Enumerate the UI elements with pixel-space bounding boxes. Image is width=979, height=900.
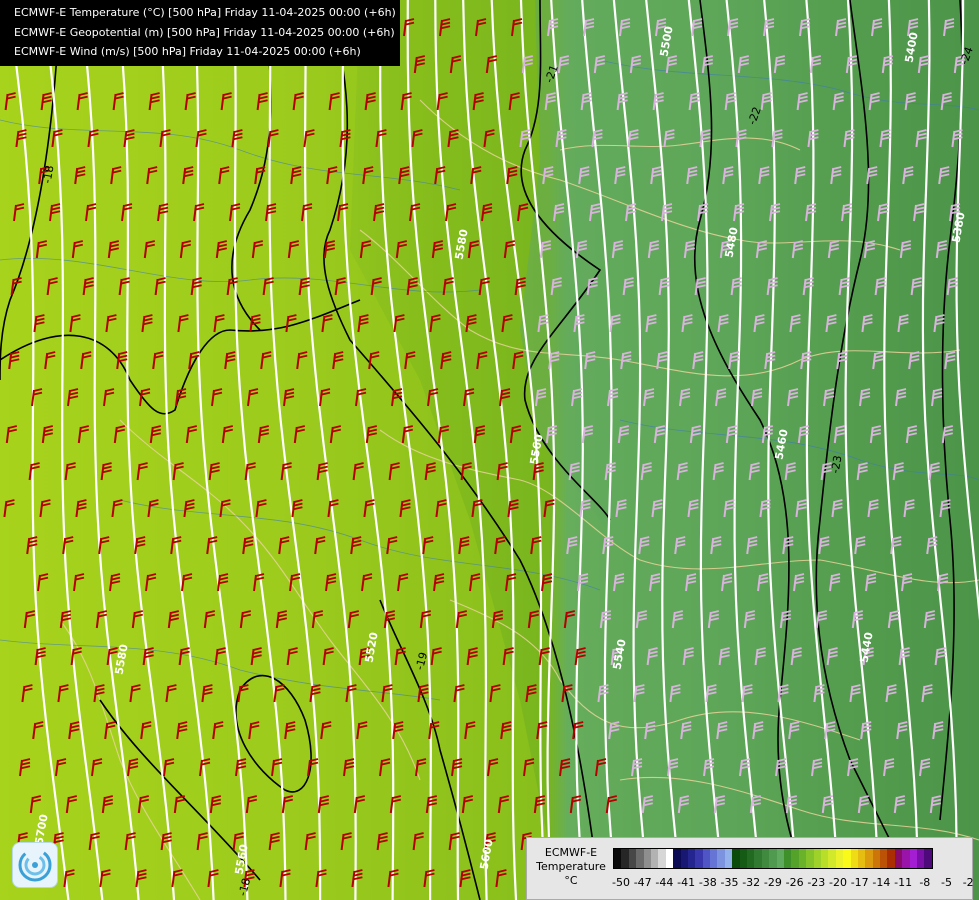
legend-swatch <box>902 849 910 868</box>
legend-swatch <box>665 849 674 868</box>
legend-swatch <box>843 849 851 868</box>
legend-tick: -32 <box>742 876 761 889</box>
legend-tick: -26 <box>785 876 804 889</box>
legend-tick: -20 <box>829 876 847 889</box>
legend-model: ECMWF-E <box>544 846 598 859</box>
legend-swatch <box>614 849 622 868</box>
legend-swatch <box>924 849 932 868</box>
legend-swatch <box>658 849 666 868</box>
legend-swatch <box>783 849 792 868</box>
legend-swatch <box>702 849 711 868</box>
legend-swatch <box>791 849 799 868</box>
legend-variable: Temperature <box>536 860 606 873</box>
legend-swatch <box>643 849 651 868</box>
legend-swatch <box>724 849 733 868</box>
legend-swatch <box>747 849 755 868</box>
logo-icon <box>12 842 58 888</box>
legend-swatch <box>761 849 770 868</box>
legend-swatch <box>813 849 821 868</box>
legend-tick: -50 <box>612 876 630 889</box>
legend-tick: -41 <box>677 876 696 889</box>
legend-swatch <box>850 849 858 868</box>
legend-tick: -17 <box>850 876 869 889</box>
legend-swatch <box>628 849 637 868</box>
legend-swatch <box>710 849 718 868</box>
temperature-caption: ECMWF-E Temperature (°C) [500 hPa] Frida… <box>14 6 396 19</box>
legend-swatch <box>680 849 688 868</box>
legend-swatch <box>636 849 644 868</box>
legend-swatch <box>739 849 748 868</box>
legend-swatch <box>695 849 703 868</box>
legend-tick: -11 <box>894 876 913 889</box>
legend-tick: -44 <box>655 876 674 889</box>
legend-swatch <box>717 849 725 868</box>
legend-tick: -2 <box>962 876 974 889</box>
legend-tick: -47 <box>633 876 652 889</box>
legend-swatch <box>621 849 629 868</box>
legend-swatch <box>820 849 829 868</box>
legend-swatch <box>828 849 836 868</box>
legend-swatch <box>754 849 762 868</box>
legend-swatch <box>769 849 777 868</box>
legend-tick: -8 <box>919 876 931 889</box>
legend-swatch <box>798 849 807 868</box>
legend-swatch <box>687 849 696 868</box>
legend-swatch <box>887 849 895 868</box>
legend-swatch <box>909 849 918 868</box>
legend-swatch <box>673 849 681 868</box>
legend-color-scale <box>613 848 933 869</box>
legend-swatch <box>872 849 881 868</box>
legend-swatch <box>857 849 866 868</box>
weather-map: 5500 54005580 5480 53805560 54605540 54405520… <box>0 0 979 900</box>
legend-swatch <box>806 849 814 868</box>
legend-tick: -35 <box>720 876 739 889</box>
legend-swatch <box>917 849 925 868</box>
legend-swatch <box>835 849 844 868</box>
temperature-legend: ECMWF-E Temperature °C -50 -47 -44 -41 -38 -3… <box>526 837 974 900</box>
legend-tick: -5 <box>941 876 952 889</box>
legend-swatch <box>865 849 873 868</box>
legend-swatch <box>894 849 903 868</box>
legend-swatch <box>880 849 888 868</box>
wind-caption: ECMWF-E Wind (m/s) [500 hPa] Friday 11-0… <box>14 45 361 58</box>
legend-tick: -29 <box>763 876 782 889</box>
legend-unit: °C <box>564 874 578 887</box>
legend-swatch <box>732 849 740 868</box>
legend-tick: -38 <box>698 876 717 889</box>
legend-tick: -14 <box>872 876 891 889</box>
geopotential-caption: ECMWF-E Geopotential (m) [500 hPa] Frida… <box>14 25 395 39</box>
legend-tick: -23 <box>807 876 826 889</box>
legend-title: ECMWF-E Temperature °C <box>531 846 611 888</box>
legend-swatch <box>776 849 784 868</box>
map-header: ECMWF-E Temperature (°C) [500 hPa] Frida… <box>0 0 400 66</box>
legend-swatch <box>650 849 659 868</box>
legend-tick-labels: -50 -47 -44 -41 -38 -35 -32 -29 -26 -23 -20 -17 -14-… <box>607 876 977 890</box>
